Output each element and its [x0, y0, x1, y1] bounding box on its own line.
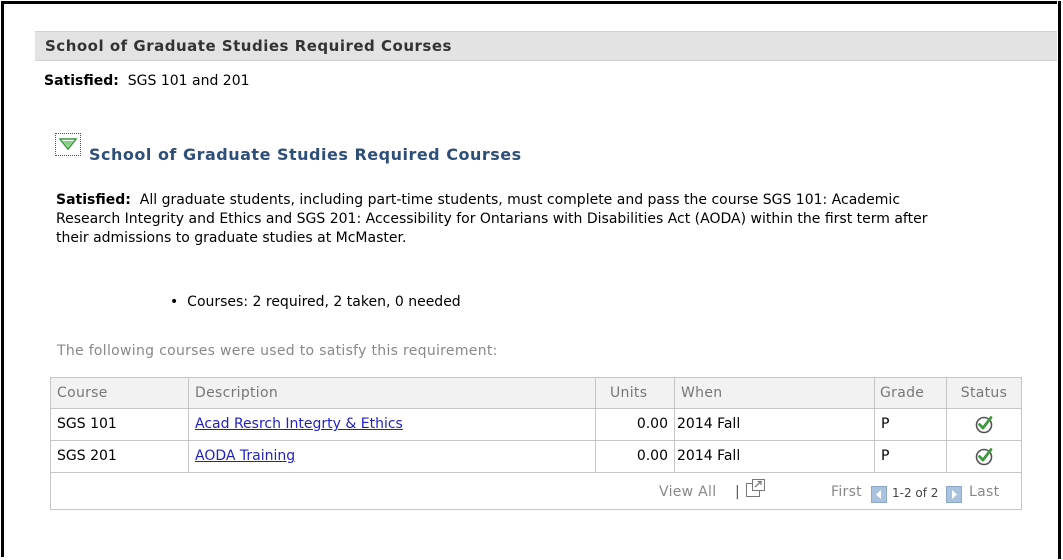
- requirement-description: Satisfied: All graduate students, includ…: [56, 191, 956, 248]
- column-header-grade: Grade: [875, 378, 947, 408]
- course-description-link[interactable]: AODA Training: [195, 448, 295, 464]
- summary-value: SGS 101 and 201: [127, 73, 250, 89]
- section-header: School of Graduate Studies Required Cour…: [35, 31, 1057, 61]
- courses-used-caption: The following courses were used to satis…: [57, 343, 498, 359]
- course-term: 2014 Fall: [675, 440, 875, 472]
- course-count-bullet: • Courses: 2 required, 2 taken, 0 needed: [170, 294, 461, 310]
- status-cell: [947, 408, 1021, 440]
- last-page-link[interactable]: Last: [969, 484, 999, 500]
- triangle-down-icon: [59, 138, 77, 151]
- frame-edge: [1058, 1, 1061, 559]
- footer-separator: |: [735, 484, 741, 500]
- column-header-when: When: [675, 378, 875, 408]
- course-units: 0.00: [596, 440, 675, 472]
- course-grade: P: [875, 408, 947, 440]
- view-all-link[interactable]: View All: [659, 484, 716, 500]
- course-term: 2014 Fall: [675, 408, 875, 440]
- collapse-toggle[interactable]: [55, 133, 81, 156]
- description-text: All graduate students, including part-ti…: [56, 192, 928, 246]
- course-code: SGS 201: [51, 440, 189, 472]
- requirement-summary: Satisfied: SGS 101 and 201: [44, 73, 250, 89]
- completed-check-icon: [975, 416, 993, 434]
- requirement-group-title[interactable]: School of Graduate Studies Required Cour…: [89, 145, 522, 164]
- status-label: Satisfied:: [56, 192, 131, 208]
- column-header-units: Units: [596, 378, 675, 408]
- course-grade: P: [875, 440, 947, 472]
- table-row: SGS 201 AODA Training 0.00 2014 Fall P: [51, 440, 1021, 473]
- column-header-status: Status: [960, 385, 1008, 401]
- column-header-description: Description: [189, 378, 596, 408]
- course-units: 0.00: [596, 408, 675, 440]
- summary-label: Satisfied:: [44, 73, 119, 89]
- arrow-right-icon: [952, 490, 957, 499]
- courses-table: Course Description Units When Grade Stat…: [50, 377, 1022, 510]
- table-navigation: View All | First 1-2 of 2 Last: [51, 472, 1021, 509]
- open-in-window-icon[interactable]: [745, 478, 767, 498]
- page-range: 1-2 of 2: [892, 486, 939, 500]
- course-description-cell: AODA Training: [189, 440, 596, 472]
- course-description-cell: Acad Resrch Integrty & Ethics: [189, 408, 596, 440]
- table-header-row: Course Description Units When Grade Stat…: [51, 378, 1021, 409]
- next-page-button[interactable]: [946, 486, 962, 503]
- course-count-text: Courses: 2 required, 2 taken, 0 needed: [187, 294, 461, 310]
- section-title: School of Graduate Studies Required Cour…: [45, 37, 452, 55]
- course-description-link[interactable]: Acad Resrch Integrty & Ethics: [195, 416, 403, 432]
- course-code: SGS 101: [51, 408, 189, 440]
- status-cell: [947, 440, 1021, 472]
- column-header-course: Course: [51, 378, 189, 408]
- arrow-left-icon: [876, 490, 881, 499]
- previous-page-button[interactable]: [871, 486, 887, 503]
- first-page-link[interactable]: First: [831, 484, 862, 500]
- completed-check-icon: [975, 448, 993, 466]
- table-row: SGS 101 Acad Resrch Integrty & Ethics 0.…: [51, 408, 1021, 441]
